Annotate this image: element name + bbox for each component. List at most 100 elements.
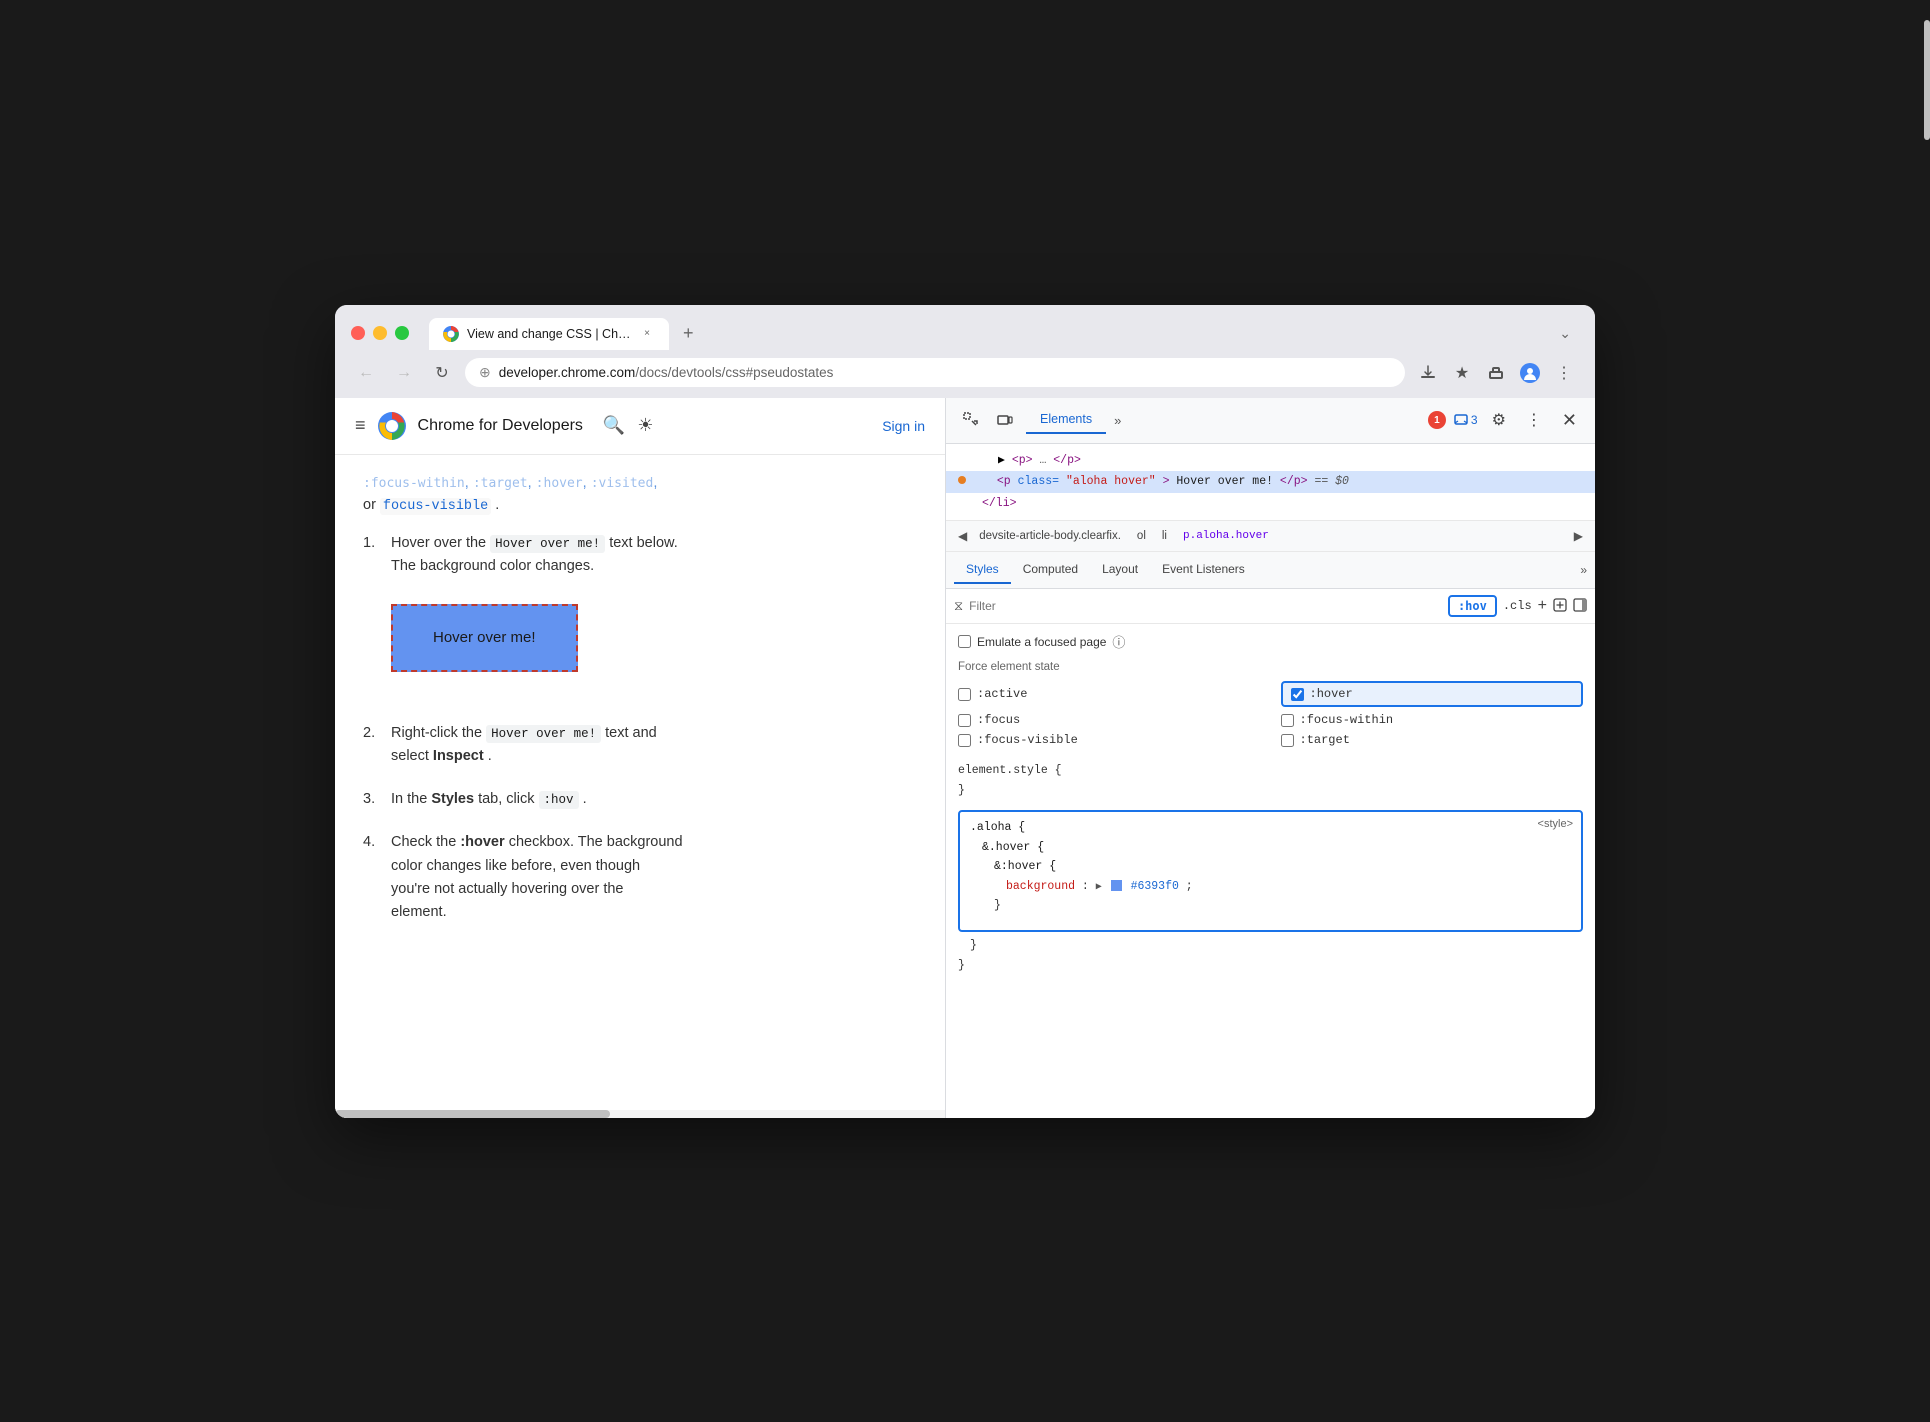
active-tab[interactable]: View and change CSS | Chr… × <box>429 318 669 350</box>
sign-in-button[interactable]: Sign in <box>882 418 925 434</box>
dom-selected-line[interactable]: <p class= "aloha hover" > Hover over me!… <box>946 471 1595 493</box>
more-style-tabs-button[interactable]: » <box>1580 563 1587 577</box>
state-grid: :active :hover :focus :foc <box>958 681 1583 747</box>
address-bar[interactable]: ⊕ developer.chrome.com/docs/devtools/css… <box>465 358 1405 387</box>
focus-visible-checkbox[interactable] <box>958 734 971 747</box>
dom-expand-icon: ▶ <box>958 454 1012 467</box>
target-checkbox[interactable] <box>1281 734 1294 747</box>
tab-close-button[interactable]: × <box>639 326 655 342</box>
more-tabs-button[interactable]: » <box>1106 409 1129 432</box>
css-close-brace1: } <box>994 899 1001 912</box>
breadcrumb-item-ol[interactable]: ol <box>1133 528 1150 544</box>
color-expand-icon[interactable]: ▶ <box>1096 882 1102 893</box>
devtools-settings-button[interactable]: ⚙ <box>1486 406 1512 434</box>
devtools-panel: Elements » 1 3 ⚙ ⋮ ✕ ▶ <p> … <box>945 398 1595 1118</box>
dom-tree: ▶ <p> … </p> <p class= "aloha hover" > H… <box>946 444 1595 522</box>
hov-button[interactable]: :hov <box>1448 595 1497 617</box>
toolbar-icons: ★ ⋮ <box>1413 358 1579 388</box>
focus-within-checkbox[interactable] <box>1281 714 1294 727</box>
message-count-area: 3 <box>1454 413 1478 427</box>
list-item-content: Hover over the Hover over me! text below… <box>391 532 917 702</box>
reload-button[interactable]: ↻ <box>427 358 457 388</box>
inspect-element-button[interactable] <box>958 407 984 433</box>
address-bar-row: ← → ↻ ⊕ developer.chrome.com/docs/devtoo… <box>335 350 1595 398</box>
rule-source[interactable]: <style> <box>1538 818 1573 830</box>
dom-li-close-line[interactable]: </li> <box>946 493 1595 515</box>
new-tab-button[interactable]: + <box>673 317 704 350</box>
maximize-window-button[interactable] <box>395 326 409 340</box>
cls-text[interactable]: .cls <box>1503 599 1532 613</box>
period: . <box>495 497 499 513</box>
visited-link[interactable]: :visited <box>591 476 654 491</box>
hover-link[interactable]: :hover <box>536 476 583 491</box>
breadcrumb-left-arrow[interactable]: ◀ <box>954 527 971 545</box>
breadcrumb-right-arrow[interactable]: ▶ <box>1570 527 1587 545</box>
styles-tabs-bar: Styles Computed Layout Event Listeners » <box>946 552 1595 589</box>
horizontal-scrollbar[interactable] <box>335 1110 945 1118</box>
dom-line[interactable]: ▶ <p> … </p> <box>946 450 1595 472</box>
hover-demo-box[interactable]: Hover over me! <box>391 604 578 672</box>
download-to-desktop-button[interactable] <box>1413 358 1443 388</box>
elements-tab[interactable]: Elements <box>1026 406 1106 434</box>
forward-button[interactable]: → <box>389 358 419 388</box>
close-window-button[interactable] <box>351 326 365 340</box>
item1-code: Hover over me! <box>490 535 605 553</box>
tab-styles[interactable]: Styles <box>954 556 1011 584</box>
focus-checkbox[interactable] <box>958 714 971 727</box>
hover-label: :hover <box>1310 687 1353 701</box>
theme-toggle-button[interactable]: ☀ <box>637 415 653 436</box>
devtools-close-button[interactable]: ✕ <box>1556 406 1583 435</box>
faded-links: :focus-within, :target, :hover, :visited… <box>363 475 917 491</box>
tab-event-listeners[interactable]: Event Listeners <box>1150 556 1257 584</box>
active-checkbox[interactable] <box>958 688 971 701</box>
item4-text-before: Check the <box>391 834 460 850</box>
focus-visible-label: :focus-visible <box>977 733 1078 747</box>
devtools-more-button[interactable]: ⋮ <box>1520 406 1548 434</box>
breadcrumb-item-p[interactable]: p.aloha.hover <box>1179 528 1273 544</box>
color-swatch[interactable] <box>1111 880 1122 891</box>
dom-li-close: </li> <box>982 497 1017 510</box>
target-link[interactable]: :target <box>473 476 528 491</box>
breadcrumb-item-clearfix[interactable]: devsite-article-body.clearfix. <box>975 528 1125 544</box>
css-selector-aloha: .aloha { <box>970 821 1025 834</box>
focus-within-label: :focus-within <box>1300 713 1394 727</box>
tab-layout[interactable]: Layout <box>1090 556 1150 584</box>
emulate-help-icon[interactable]: ⓘ <box>1112 632 1125 651</box>
bookmark-button[interactable]: ★ <box>1447 358 1477 388</box>
dom-eq-sign: == $0 <box>1314 475 1349 488</box>
scrollbar-thumb[interactable] <box>335 1110 610 1118</box>
item2-text-before: Right-click the <box>391 725 486 741</box>
extension-button[interactable] <box>1481 358 1511 388</box>
add-rule-button[interactable]: + <box>1538 597 1547 615</box>
hamburger-menu-button[interactable]: ≡ <box>355 415 366 436</box>
profile-button[interactable] <box>1515 358 1545 388</box>
styles-content: Emulate a focused page ⓘ Force element s… <box>946 624 1595 1117</box>
search-button[interactable]: 🔍 <box>603 415 625 436</box>
state-item-hover: :hover <box>1281 681 1584 707</box>
tab-computed[interactable]: Computed <box>1011 556 1090 584</box>
emulate-focused-page-label: Emulate a focused page <box>977 635 1106 649</box>
focus-visible-link[interactable]: focus-visible <box>380 498 491 515</box>
list-num: 1. <box>363 532 383 702</box>
security-icon: ⊕ <box>479 364 491 381</box>
item2-period: . <box>488 748 492 764</box>
breadcrumb-item-li[interactable]: li <box>1158 528 1171 544</box>
item3-text-before: In the <box>391 791 431 807</box>
focus-within-link[interactable]: :focus-within <box>363 476 465 491</box>
chrome-menu-button[interactable]: ⋮ <box>1549 358 1579 388</box>
hover-checkbox[interactable] <box>1291 688 1304 701</box>
tab-favicon-icon <box>443 326 459 342</box>
filter-input[interactable] <box>969 599 1442 613</box>
item2-code: Hover over me! <box>486 725 601 743</box>
tabs-menu-button[interactable]: ⌄ <box>1551 319 1579 348</box>
minimize-window-button[interactable] <box>373 326 387 340</box>
emulate-focused-page-checkbox[interactable] <box>958 635 971 648</box>
new-style-rule-button[interactable] <box>1553 598 1567 615</box>
toggle-sidebar-button[interactable] <box>1573 598 1587 615</box>
device-toolbar-button[interactable] <box>992 407 1018 433</box>
back-button[interactable]: ← <box>351 358 381 388</box>
filter-bar: ⧖ :hov .cls + <box>946 589 1595 624</box>
state-item-focus-visible: :focus-visible <box>958 733 1261 747</box>
css-value-color: #6393f0 <box>1131 880 1179 893</box>
css-close3: } <box>958 959 965 972</box>
